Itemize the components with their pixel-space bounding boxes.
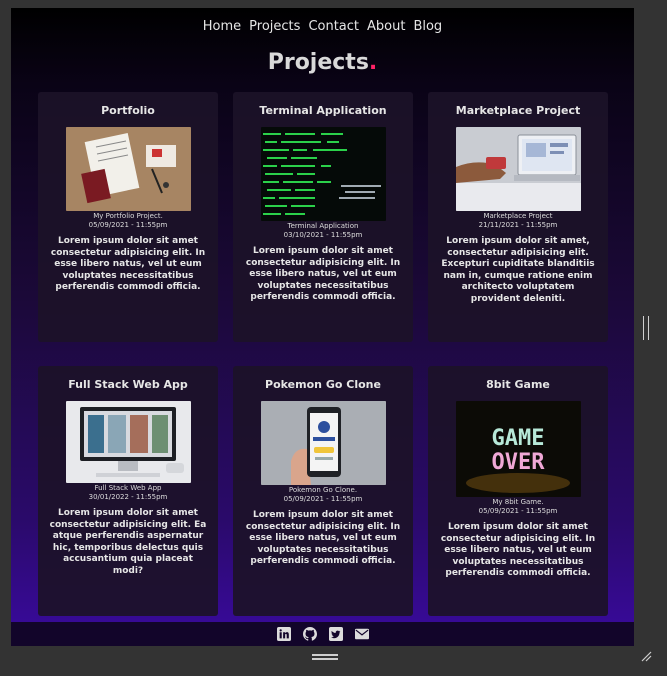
8bit-game-thumbnail: GAME OVER xyxy=(455,401,581,497)
project-title: Terminal Application xyxy=(259,104,387,117)
project-caption-title: My 8bit Game. xyxy=(492,498,544,506)
project-caption-date: 21/11/2021 - 11:55pm xyxy=(478,221,558,229)
nav-projects[interactable]: Projects xyxy=(249,19,300,34)
game-over-line-1: GAME xyxy=(491,426,544,451)
nav-blog[interactable]: Blog xyxy=(413,19,442,34)
project-caption-title: Full Stack Web App xyxy=(94,484,162,492)
pokemon-thumbnail xyxy=(260,401,386,485)
nav-contact[interactable]: Contact xyxy=(308,19,359,34)
twitter-icon[interactable] xyxy=(328,627,343,641)
project-title: Full Stack Web App xyxy=(68,378,188,391)
page-title: Projects. xyxy=(11,50,634,75)
project-description: Lorem ipsum dolor sit amet consectetur a… xyxy=(440,522,596,578)
project-title: Marketplace Project xyxy=(455,104,581,117)
project-caption-title: Terminal Application xyxy=(287,222,359,230)
project-caption: Terminal Application 03/10/2021 - 11:55p… xyxy=(233,222,413,240)
nav-home[interactable]: Home xyxy=(203,19,241,34)
project-card-pokemon-go-clone[interactable]: Pokemon Go Clone Pokemon Go Clone. 05/09… xyxy=(233,366,413,616)
linkedin-icon[interactable] xyxy=(276,627,291,641)
github-icon[interactable] xyxy=(302,627,317,641)
project-description: Lorem ipsum dolor sit amet, consectetur … xyxy=(441,236,595,304)
project-description: Lorem ipsum dolor sit amet consectetur a… xyxy=(245,246,401,302)
project-description: Lorem ipsum dolor sit amet consectetur a… xyxy=(50,236,206,292)
project-caption-title: Marketplace Project xyxy=(483,212,553,220)
project-description: Lorem ipsum dolor sit amet consectetur a… xyxy=(245,510,401,566)
marketplace-thumbnail xyxy=(455,127,581,211)
vertical-resize-handle[interactable] xyxy=(643,316,649,340)
project-card-8bit-game[interactable]: 8bit Game GAME OVER My 8bit Game. 05/09/… xyxy=(428,366,608,616)
game-over-line-2: OVER xyxy=(491,450,545,475)
project-caption-date: 05/09/2021 - 11:55pm xyxy=(478,507,558,515)
portfolio-thumbnail xyxy=(65,127,191,211)
project-card-portfolio[interactable]: Portfolio My Portfolio Project. 05/09/20… xyxy=(38,92,218,342)
project-caption-title: Pokemon Go Clone. xyxy=(288,486,358,494)
page-viewport: Home Projects Contact About Blog Project… xyxy=(11,8,634,646)
project-caption: Full Stack Web App 30/01/2022 - 11:55pm xyxy=(38,484,218,502)
project-caption: Marketplace Project 21/11/2021 - 11:55pm xyxy=(428,212,608,230)
project-caption: Pokemon Go Clone. 05/09/2021 - 11:55pm xyxy=(233,486,413,504)
project-caption-date: 05/09/2021 - 11:55pm xyxy=(283,495,363,503)
nav-about[interactable]: About xyxy=(367,19,405,34)
project-card-terminal-application[interactable]: Terminal Application Terminal Applicatio… xyxy=(233,92,413,342)
page-title-text: Projects xyxy=(267,50,369,75)
page-title-dot: . xyxy=(368,50,378,75)
full-stack-thumbnail xyxy=(65,401,191,483)
horizontal-resize-handle[interactable] xyxy=(312,654,338,660)
project-caption-date: 03/10/2021 - 11:55pm xyxy=(283,231,363,239)
project-card-full-stack-web-app[interactable]: Full Stack Web App Full Stack Web App 30… xyxy=(38,366,218,616)
project-caption-title: My Portfolio Project. xyxy=(93,212,163,220)
terminal-thumbnail xyxy=(260,127,386,221)
project-caption: My 8bit Game. 05/09/2021 - 11:55pm xyxy=(428,498,608,516)
window-frame: Home Projects Contact About Blog Project… xyxy=(0,0,667,676)
project-title: Pokemon Go Clone xyxy=(265,378,381,391)
project-caption-date: 30/01/2022 - 11:55pm xyxy=(88,493,168,501)
project-card-marketplace-project[interactable]: Marketplace Project Marketplace Project … xyxy=(428,92,608,342)
project-title: Portfolio xyxy=(101,104,155,117)
footer xyxy=(11,622,634,646)
top-nav: Home Projects Contact About Blog xyxy=(11,19,634,34)
project-caption: My Portfolio Project. 05/09/2021 - 11:55… xyxy=(38,212,218,230)
mail-icon[interactable] xyxy=(354,627,369,641)
project-title: 8bit Game xyxy=(486,378,550,391)
resize-corner-icon[interactable] xyxy=(640,650,652,662)
project-description: Lorem ipsum dolor sit amet consectetur a… xyxy=(49,508,207,576)
project-caption-date: 05/09/2021 - 11:55pm xyxy=(88,221,168,229)
